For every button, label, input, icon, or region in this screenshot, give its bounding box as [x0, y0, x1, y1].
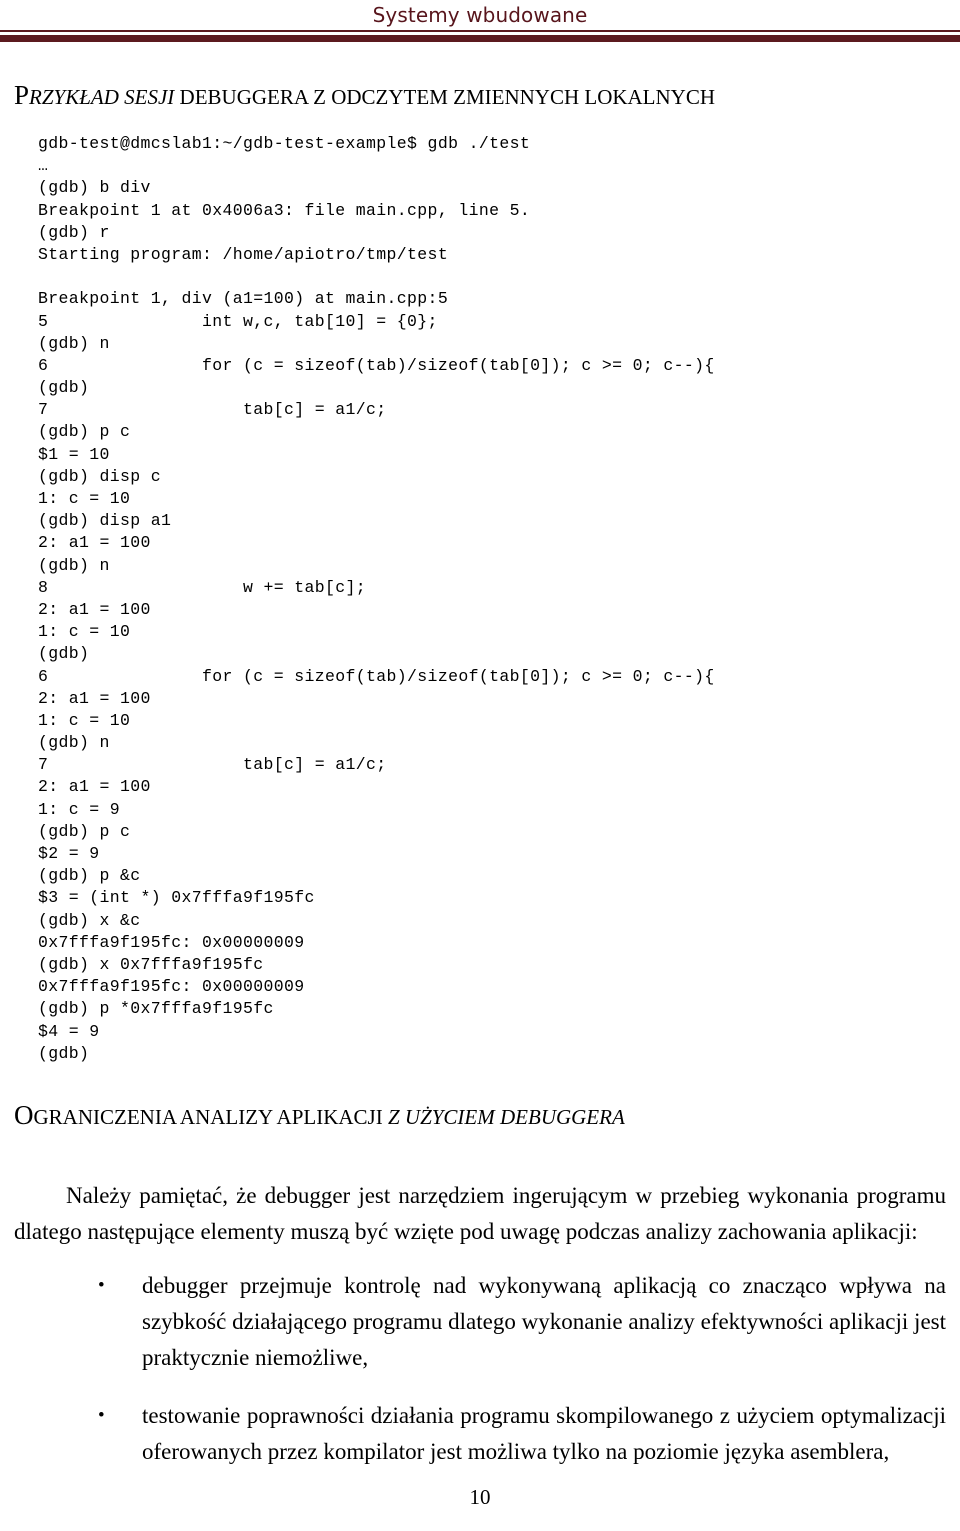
gdb-terminal-transcript: gdb-test@dmcslab1:~/gdb-test-example$ gd…: [38, 133, 918, 1065]
terminal-line: Breakpoint 1 at 0x4006a3: file main.cpp,…: [38, 200, 531, 220]
terminal-line: (gdb) p c: [38, 422, 131, 442]
list-item-text: debugger przejmuje kontrolę nad wykonywa…: [142, 1273, 946, 1370]
section-heading-limitations: OGRANICZENIA ANALIZY APLIKACJI Z UŻYCIEM…: [14, 1100, 625, 1132]
terminal-line: 2: a1 = 100: [38, 533, 151, 553]
terminal-line: 2: a1 = 100: [38, 599, 151, 619]
limitations-bullet-list: • debugger przejmuje kontrolę nad wykonyw…: [14, 1268, 946, 1492]
list-item: • debugger przejmuje kontrolę nad wykonyw…: [14, 1268, 946, 1376]
terminal-line: 5 int w,c, tab[10] = {0};: [38, 311, 438, 331]
terminal-line: (gdb) r: [38, 222, 110, 242]
terminal-line: (gdb) n: [38, 555, 110, 575]
terminal-line: $1 = 10: [38, 444, 110, 464]
terminal-line: 1: c = 10: [38, 622, 131, 642]
terminal-line: (gdb): [38, 378, 90, 398]
terminal-line: (gdb) x 0x7fffa9f195fc: [38, 954, 264, 974]
terminal-line: (gdb): [38, 1043, 90, 1063]
terminal-line: 2: a1 = 100: [38, 777, 151, 797]
heading-lead-letter: P: [14, 80, 30, 110]
terminal-line: (gdb) p &c: [38, 866, 141, 886]
header-rule-thin: [0, 30, 960, 32]
bullet-icon: •: [98, 1275, 105, 1296]
terminal-line: $3 = (int *) 0x7fffa9f195fc: [38, 888, 315, 908]
terminal-line: Starting program: /home/apiotro/tmp/test: [38, 244, 449, 264]
terminal-line: (gdb) p *0x7fffa9f195fc: [38, 999, 274, 1019]
terminal-line: gdb-test@dmcslab1:~/gdb-test-example$ gd…: [38, 134, 531, 153]
terminal-line: (gdb) b div: [38, 178, 151, 198]
terminal-line: $2 = 9: [38, 844, 100, 863]
terminal-line: (gdb) n: [38, 333, 110, 353]
terminal-line: 0x7fffa9f195fc: 0x00000009: [38, 977, 305, 997]
heading-lead-letter: O: [14, 1100, 34, 1130]
terminal-line: 6 for (c = sizeof(tab)/sizeof(tab[0]); c…: [38, 355, 715, 375]
heading-upright-part: GRANICZENIA ANALIZY APLIKACJI: [33, 1105, 388, 1129]
terminal-line: (gdb) disp c: [38, 466, 162, 486]
bullet-icon: •: [98, 1405, 105, 1426]
heading-italic-part: Z UŻYCIEM DEBUGGERA: [387, 1105, 625, 1129]
terminal-line: Breakpoint 1, div (a1=100) at main.cpp:5: [38, 289, 449, 309]
terminal-line: (gdb) p c: [38, 821, 131, 841]
terminal-line: (gdb) disp a1: [38, 511, 172, 531]
terminal-line: 6 for (c = sizeof(tab)/sizeof(tab[0]); c…: [38, 666, 715, 686]
page-header: Systemy wbudowane: [0, 0, 960, 44]
terminal-line: 7 tab[c] = a1/c;: [38, 400, 387, 420]
terminal-line: …: [38, 156, 49, 176]
page-number: 10: [469, 1485, 491, 1509]
terminal-line: (gdb) n: [38, 733, 110, 753]
terminal-line: $4 = 9: [38, 1021, 100, 1041]
list-item-text: testowanie poprawności działania program…: [142, 1403, 946, 1464]
terminal-line: 8 w += tab[c];: [38, 577, 367, 597]
header-title: Systemy wbudowane: [372, 3, 588, 27]
list-item: • testowanie poprawności działania progra…: [14, 1398, 946, 1470]
section-heading-example-session: PRZYKŁAD SESJI DEBUGGERA Z ODCZYTEM ZMIE…: [14, 80, 715, 112]
terminal-line: 1: c = 10: [38, 710, 131, 730]
terminal-line: 2: a1 = 100: [38, 688, 151, 708]
header-rule-thick: [0, 35, 960, 42]
terminal-line: 0x7fffa9f195fc: 0x00000009: [38, 932, 305, 952]
intro-paragraph: Należy pamiętać, że debugger jest narzęd…: [14, 1183, 946, 1244]
terminal-line: 1: c = 9: [38, 799, 121, 819]
terminal-line: (gdb): [38, 644, 90, 664]
heading-upright-part: DEBUGGERA Z ODCZYTEM ZMIENNYCH LOKALNYCH: [174, 85, 716, 109]
heading-italic-part: RZYKŁAD SESJI: [29, 85, 175, 109]
terminal-line: 7 tab[c] = a1/c;: [38, 755, 387, 775]
terminal-line: (gdb) x &c: [38, 910, 141, 930]
terminal-line: 1: c = 10: [38, 489, 131, 508]
